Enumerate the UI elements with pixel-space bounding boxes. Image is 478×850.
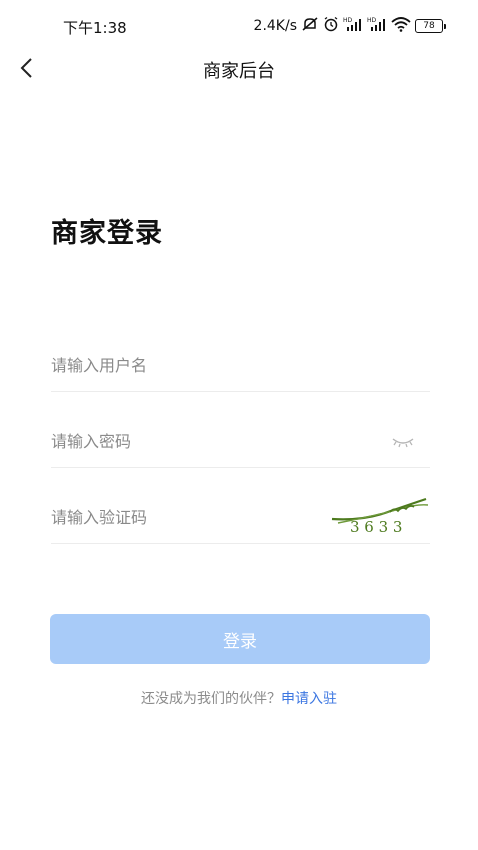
signal-hd-icon: HD	[367, 16, 387, 36]
signal-hd-icon: HD	[343, 16, 363, 36]
nav-title: 商家后台	[203, 61, 275, 82]
page-title: 商家登录	[51, 218, 163, 249]
captcha-input[interactable]	[51, 493, 351, 541]
password-visibility-toggle[interactable]	[390, 431, 416, 451]
network-speed: 2.4K/s	[253, 18, 297, 34]
captcha-text: 3 6 3 3	[350, 518, 402, 536]
username-input[interactable]	[51, 341, 351, 389]
login-button[interactable]: 登录	[50, 614, 430, 664]
username-field-row	[51, 341, 430, 392]
status-time: 下午1:38	[63, 19, 127, 37]
battery-level: 78	[415, 19, 443, 33]
eye-closed-icon	[392, 438, 414, 448]
wifi-icon	[391, 16, 411, 36]
captcha-field-row: 3 6 3 3	[51, 493, 430, 544]
alarm-icon	[323, 16, 339, 36]
svg-text:HD: HD	[367, 17, 377, 24]
battery-icon: 78	[415, 19, 446, 33]
signup-prompt: 还没成为我们的伙伴？申请入驻	[0, 688, 478, 708]
signup-prompt-text: 还没成为我们的伙伴？	[141, 691, 281, 707]
password-field-row	[51, 417, 430, 468]
mute-icon	[301, 16, 319, 36]
svg-text:HD: HD	[343, 17, 353, 24]
status-icons: 2.4K/s HD HD 78	[254, 16, 446, 36]
nav-bar: 商家后台	[0, 45, 478, 91]
password-input[interactable]	[51, 417, 351, 465]
signup-link[interactable]: 申请入驻	[281, 691, 337, 707]
captcha-image[interactable]: 3 6 3 3	[330, 495, 430, 541]
